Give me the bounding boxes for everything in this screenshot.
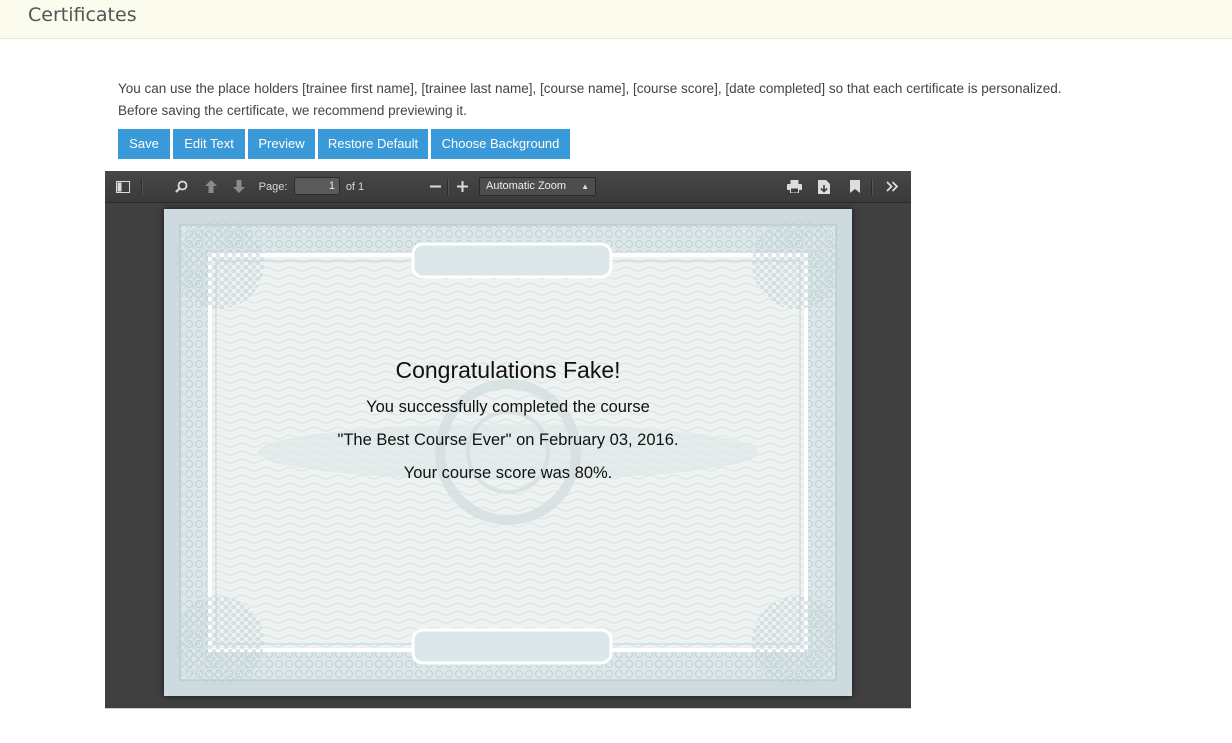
certificate-line-2: "The Best Course Ever" on February 03, 2… bbox=[337, 431, 679, 449]
certificate-heading: Congratulations Fake! bbox=[395, 357, 621, 383]
instructions-line-2: Before saving the certificate, we recomm… bbox=[118, 103, 467, 118]
preview-button[interactable]: Preview bbox=[248, 129, 315, 159]
zoom-in-icon[interactable] bbox=[454, 171, 470, 202]
download-icon[interactable] bbox=[815, 171, 833, 202]
bookmark-icon[interactable] bbox=[846, 171, 864, 202]
next-page-icon[interactable] bbox=[229, 171, 249, 202]
search-icon[interactable] bbox=[171, 171, 191, 202]
sidebar-toggle-icon[interactable] bbox=[113, 171, 133, 202]
certificate-line-3: Your course score was 80%. bbox=[403, 464, 613, 482]
print-icon[interactable] bbox=[785, 171, 803, 202]
certificate-line-1: You successfully completed the course bbox=[366, 398, 650, 416]
pdf-toolbar: Page: of 1 Automatic Zoom ▲ bbox=[105, 171, 911, 203]
tools-icon[interactable] bbox=[882, 171, 902, 202]
zoom-select-value: Automatic Zoom bbox=[486, 180, 567, 192]
select-arrows-icon: ▲ bbox=[581, 182, 589, 191]
zoom-select[interactable]: Automatic Zoom ▲ bbox=[479, 177, 596, 196]
instructions-line-1: You can use the place holders [trainee f… bbox=[118, 81, 1062, 96]
instructions: You can use the place holders [trainee f… bbox=[118, 78, 1208, 122]
page-number-input[interactable] bbox=[294, 177, 340, 195]
certificate-page: Congratulations Fake! You successfully c… bbox=[164, 209, 852, 696]
top-bar: Certificates bbox=[0, 0, 1232, 39]
pdf-viewer: Page: of 1 Automatic Zoom ▲ bbox=[105, 171, 911, 709]
previous-page-icon[interactable] bbox=[201, 171, 221, 202]
page-count: of 1 bbox=[345, 180, 365, 193]
restore-default-button[interactable]: Restore Default bbox=[318, 129, 428, 159]
choose-background-button[interactable]: Choose Background bbox=[431, 129, 570, 159]
page-label: Page: bbox=[258, 180, 288, 193]
edit-text-button[interactable]: Edit Text bbox=[173, 129, 245, 159]
save-button[interactable]: Save bbox=[118, 129, 170, 159]
zoom-out-icon[interactable] bbox=[427, 171, 443, 202]
certificate-background bbox=[164, 209, 852, 696]
page-title: Certificates bbox=[28, 4, 137, 26]
